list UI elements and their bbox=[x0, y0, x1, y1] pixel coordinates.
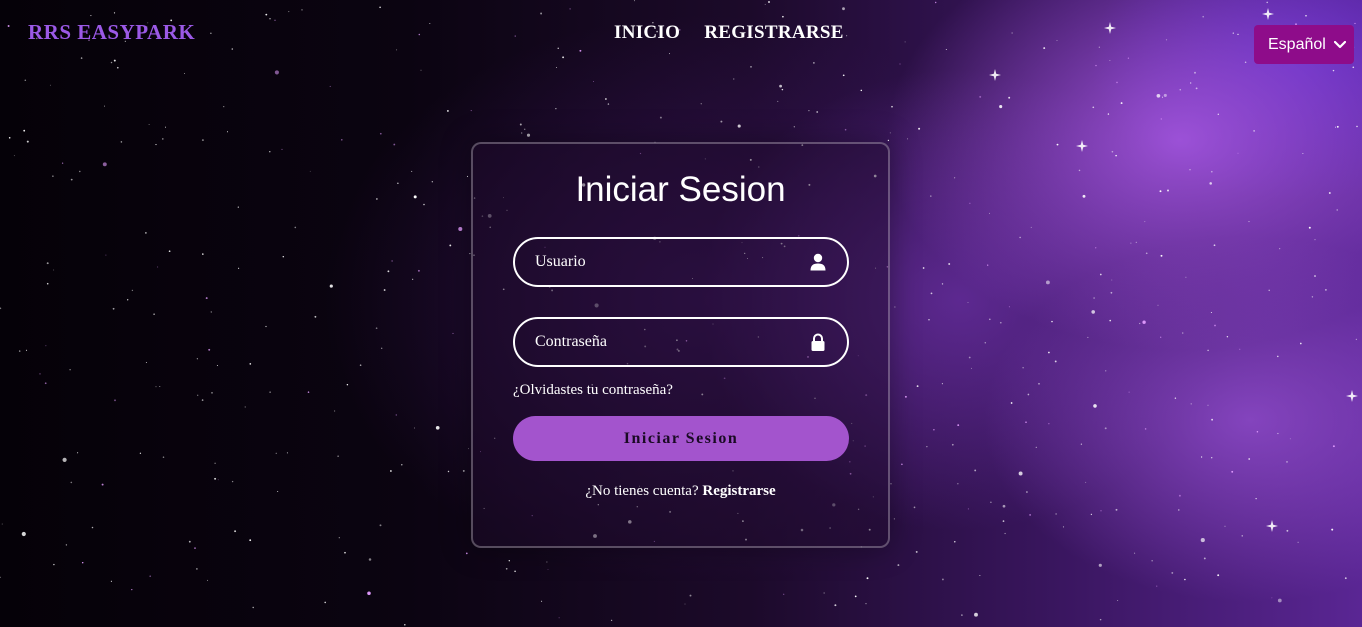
lock-icon bbox=[809, 333, 827, 351]
login-submit-button[interactable]: Iniciar Sesion bbox=[513, 416, 849, 461]
user-icon bbox=[809, 253, 827, 271]
register-prompt: ¿No tienes cuenta? Registrarse bbox=[473, 483, 888, 500]
chevron-down-icon bbox=[1334, 40, 1346, 49]
no-account-text: ¿No tienes cuenta? bbox=[585, 483, 699, 499]
password-input[interactable] bbox=[515, 319, 847, 365]
username-field bbox=[513, 237, 849, 287]
forgot-password-link[interactable]: ¿Olvidastes tu contraseña? bbox=[513, 382, 673, 399]
top-nav: INICIO REGISTRARSE bbox=[614, 22, 844, 44]
register-link[interactable]: Registrarse bbox=[702, 483, 775, 499]
login-card: Iniciar Sesion ¿Olvidastes tu contraseña… bbox=[471, 142, 890, 548]
username-input[interactable] bbox=[515, 239, 847, 285]
nav-link-inicio[interactable]: INICIO bbox=[614, 22, 680, 44]
language-select[interactable]: Español bbox=[1254, 25, 1354, 64]
nav-link-registrarse[interactable]: REGISTRARSE bbox=[704, 22, 844, 44]
password-field bbox=[513, 317, 849, 367]
language-select-value: Español bbox=[1268, 35, 1326, 53]
brand-logo: RRS EASYPARK bbox=[28, 20, 196, 44]
login-title: Iniciar Sesion bbox=[575, 170, 786, 209]
